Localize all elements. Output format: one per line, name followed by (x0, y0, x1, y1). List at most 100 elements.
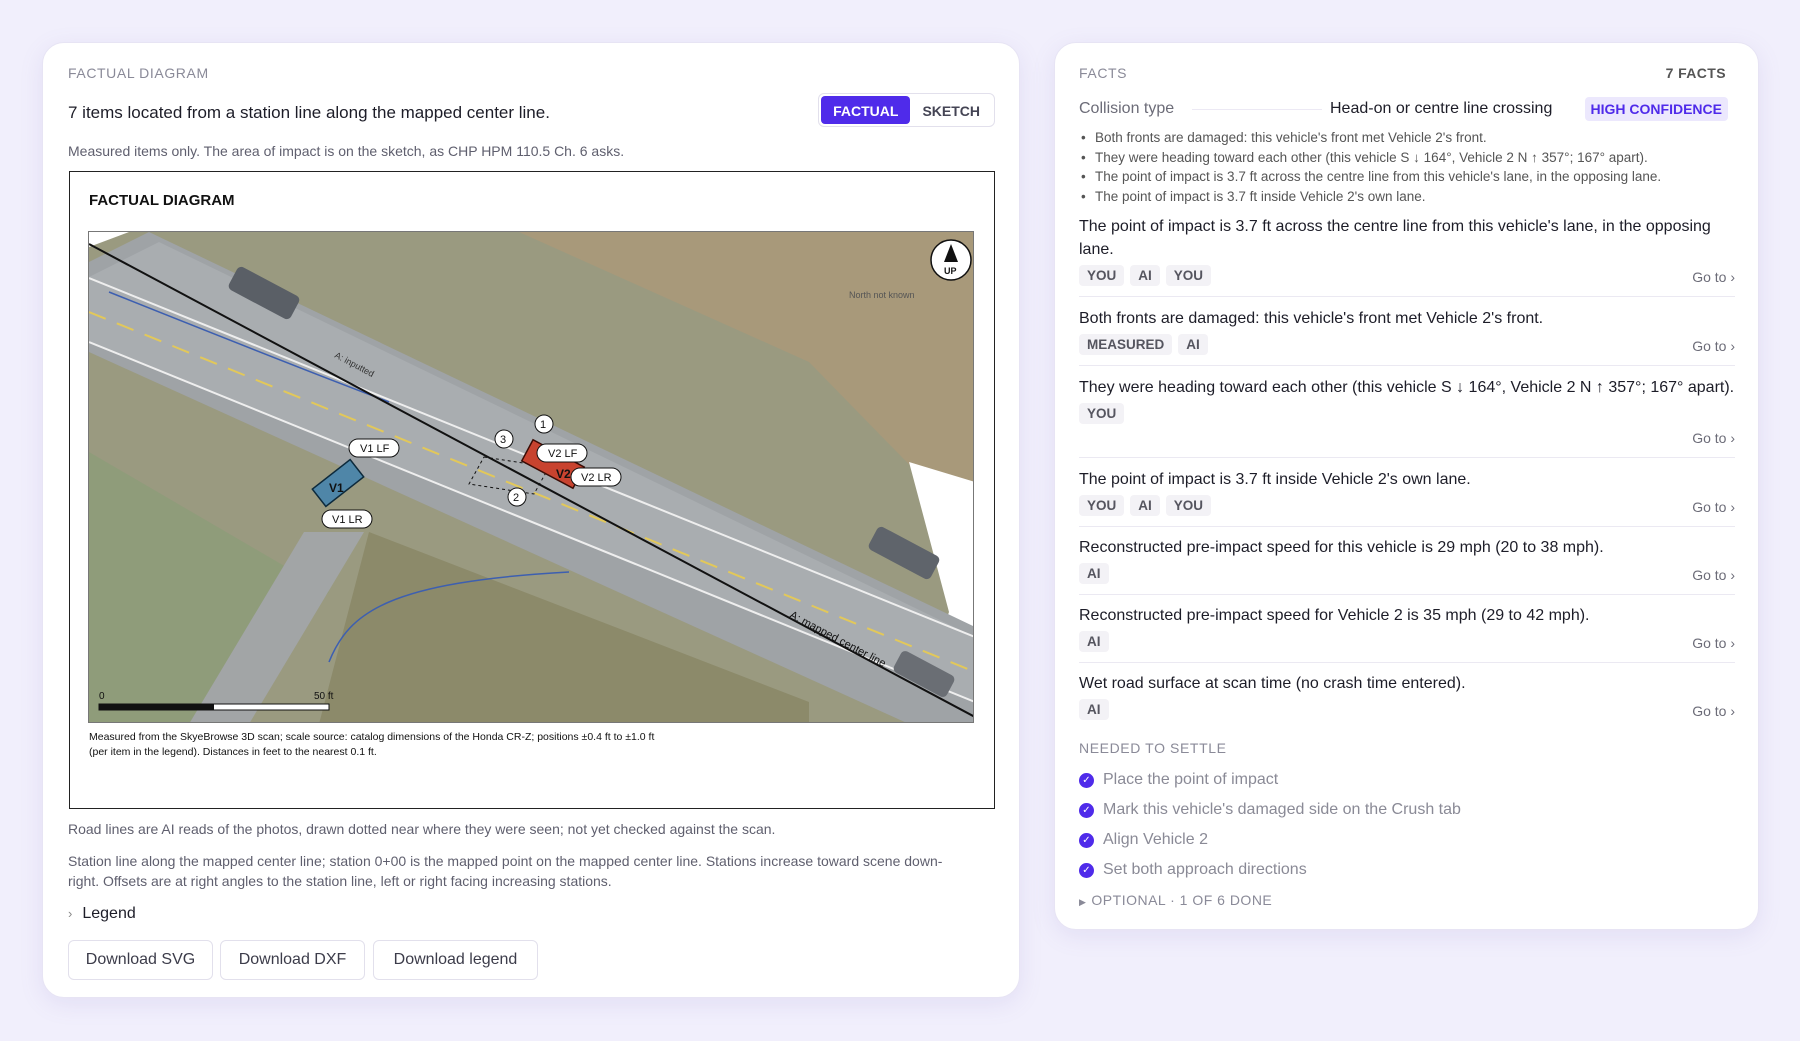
marker-1[interactable]: 1 (534, 414, 554, 434)
fact-item: The point of impact is 3.7 ft inside Veh… (1079, 468, 1735, 527)
mode-toggle: FACTUAL SKETCH (818, 93, 995, 127)
fact-text: Reconstructed pre-impact speed for this … (1079, 539, 1604, 556)
marker-2[interactable]: 2 (507, 487, 527, 507)
summary-list: Both fronts are damaged: this vehicle's … (1079, 128, 1661, 206)
facts-count: 7 FACTS (1665, 65, 1726, 81)
settle-item-label: Align Vehicle 2 (1103, 831, 1208, 848)
svg-text:V1 LF: V1 LF (360, 443, 390, 455)
fact-item: The point of impact is 3.7 ft across the… (1079, 215, 1735, 297)
svg-text:50 ft: 50 ft (314, 691, 334, 702)
go-to-link[interactable]: Go to › (1692, 703, 1735, 719)
diagram-heading: FACTUAL DIAGRAM (89, 192, 235, 209)
check-icon: ✓ (1079, 832, 1094, 848)
source-tag: AI (1130, 265, 1160, 286)
vehicle-1-label: V1 (329, 481, 344, 495)
check-icon: ✓ (1079, 772, 1094, 788)
go-to-link[interactable]: Go to › (1692, 430, 1735, 446)
caption-line-2: (per item in the legend). Distances in f… (89, 746, 377, 758)
fact-item: Wet road surface at scan time (no crash … (1079, 672, 1735, 731)
source-tag: AI (1130, 495, 1160, 516)
fact-text: The point of impact is 3.7 ft across the… (1079, 218, 1711, 258)
marker-3[interactable]: 3 (494, 429, 514, 449)
source-tag: AI (1079, 631, 1109, 652)
settle-item-label: Mark this vehicle's damaged side on the … (1103, 801, 1461, 818)
divider (1192, 109, 1322, 110)
fact-text: They were heading toward each other (thi… (1079, 379, 1735, 396)
caret-right-icon: ▶ (1079, 897, 1087, 907)
settle-item-label: Set both approach directions (1103, 861, 1307, 878)
sketch-mode-button[interactable]: SKETCH (910, 96, 992, 124)
check-icon: ✓ (1079, 802, 1094, 818)
chevron-right-icon: › (68, 906, 73, 921)
panel-subtitle: Measured items only. The area of impact … (68, 143, 625, 159)
source-tag: MEASURED (1079, 334, 1173, 355)
settle-item[interactable]: ✓ Align Vehicle 2 (1079, 825, 1461, 855)
svg-text:V2 LF: V2 LF (548, 448, 578, 460)
summary-item: The point of impact is 3.7 ft inside Veh… (1079, 187, 1661, 207)
svg-text:3: 3 (500, 434, 506, 446)
station-line-note: Station line along the mapped center lin… (68, 853, 943, 889)
check-icon: ✓ (1079, 862, 1094, 878)
source-tag: YOU (1165, 495, 1212, 516)
callout-v2-lf: V2 LF (536, 443, 588, 463)
panel-title: 7 items located from a station line alon… (68, 103, 550, 122)
go-to-link[interactable]: Go to › (1692, 499, 1735, 515)
source-tag: YOU (1165, 265, 1212, 286)
svg-text:V2 LR: V2 LR (581, 472, 612, 484)
collision-type-value: Head-on or centre line crossing (1330, 100, 1553, 117)
facts-eyebrow: FACTS (1079, 65, 1128, 81)
fact-text: Reconstructed pre-impact speed for Vehic… (1079, 607, 1590, 624)
callout-v1-lf: V1 LF (348, 438, 400, 458)
callout-v2-lr: V2 LR (570, 467, 622, 487)
fact-item: Reconstructed pre-impact speed for this … (1079, 536, 1735, 595)
download-legend-button[interactable]: Download legend (373, 940, 538, 980)
svg-text:1: 1 (540, 419, 546, 431)
north-arrow-icon: UP (930, 239, 972, 281)
settle-item[interactable]: ✓ Place the point of impact (1079, 765, 1461, 795)
go-to-link[interactable]: Go to › (1692, 269, 1735, 285)
road-lines-note: Road lines are AI reads of the photos, d… (68, 821, 776, 837)
download-svg-button[interactable]: Download SVG (68, 940, 213, 980)
settle-item-label: Place the point of impact (1103, 771, 1279, 788)
legend-label: Legend (82, 905, 136, 922)
source-tag: YOU (1079, 495, 1125, 516)
go-to-link[interactable]: Go to › (1692, 567, 1735, 583)
svg-text:2: 2 (513, 492, 519, 504)
download-dxf-button[interactable]: Download DXF (220, 940, 365, 980)
fact-item: Both fronts are damaged: this vehicle's … (1079, 307, 1735, 366)
vehicle-2-label: V2 (556, 467, 571, 481)
optional-label: OPTIONAL · 1 OF 6 DONE (1091, 892, 1273, 908)
svg-text:UP: UP (944, 266, 957, 276)
facts-panel: FACTS 7 FACTS Collision type Head-on or … (1054, 42, 1759, 930)
callout-v1-lr: V1 LR (321, 509, 373, 529)
optional-toggle[interactable]: ▶ OPTIONAL · 1 OF 6 DONE (1079, 892, 1272, 908)
svg-text:V1 LR: V1 LR (332, 514, 363, 526)
settle-item[interactable]: ✓ Mark this vehicle's damaged side on the… (1079, 795, 1461, 825)
diagram-frame: FACTUAL DIAGRAM A: mapped center line A:… (69, 171, 995, 809)
fact-text: The point of impact is 3.7 ft inside Veh… (1079, 471, 1471, 488)
factual-diagram-panel: FACTUAL DIAGRAM 7 items located from a s… (42, 42, 1020, 998)
go-to-link[interactable]: Go to › (1692, 635, 1735, 651)
caption-line-1: Measured from the SkyeBrowse 3D scan; sc… (89, 731, 655, 743)
settle-eyebrow: NEEDED TO SETTLE (1079, 740, 1227, 756)
settle-item[interactable]: ✓ Set both approach directions (1079, 855, 1461, 885)
source-tag: AI (1079, 563, 1109, 584)
settle-list: ✓ Place the point of impact ✓ Mark this ve… (1079, 765, 1461, 885)
summary-item: They were heading toward each other (thi… (1079, 148, 1661, 168)
factual-mode-button[interactable]: FACTUAL (821, 96, 911, 124)
legend-toggle[interactable]: › Legend (68, 905, 136, 923)
diagram-caption: Measured from the SkyeBrowse 3D scan; sc… (89, 730, 949, 760)
summary-item: The point of impact is 3.7 ft across the… (1079, 167, 1661, 187)
panel-eyebrow: FACTUAL DIAGRAM (68, 65, 209, 81)
source-tag: YOU (1079, 265, 1125, 286)
source-tag: YOU (1079, 403, 1125, 424)
svg-text:0: 0 (99, 691, 105, 702)
summary-item: Both fronts are damaged: this vehicle's … (1079, 128, 1661, 148)
diagram-map[interactable]: A: mapped center line A: inputted V1 V2 … (88, 231, 974, 723)
fact-item: They were heading toward each other (thi… (1079, 376, 1735, 458)
north-note: North not known (849, 290, 915, 300)
collision-type-label: Collision type (1079, 100, 1175, 117)
go-to-link[interactable]: Go to › (1692, 338, 1735, 354)
fact-text: Both fronts are damaged: this vehicle's … (1079, 310, 1544, 327)
source-tag: AI (1178, 334, 1208, 355)
